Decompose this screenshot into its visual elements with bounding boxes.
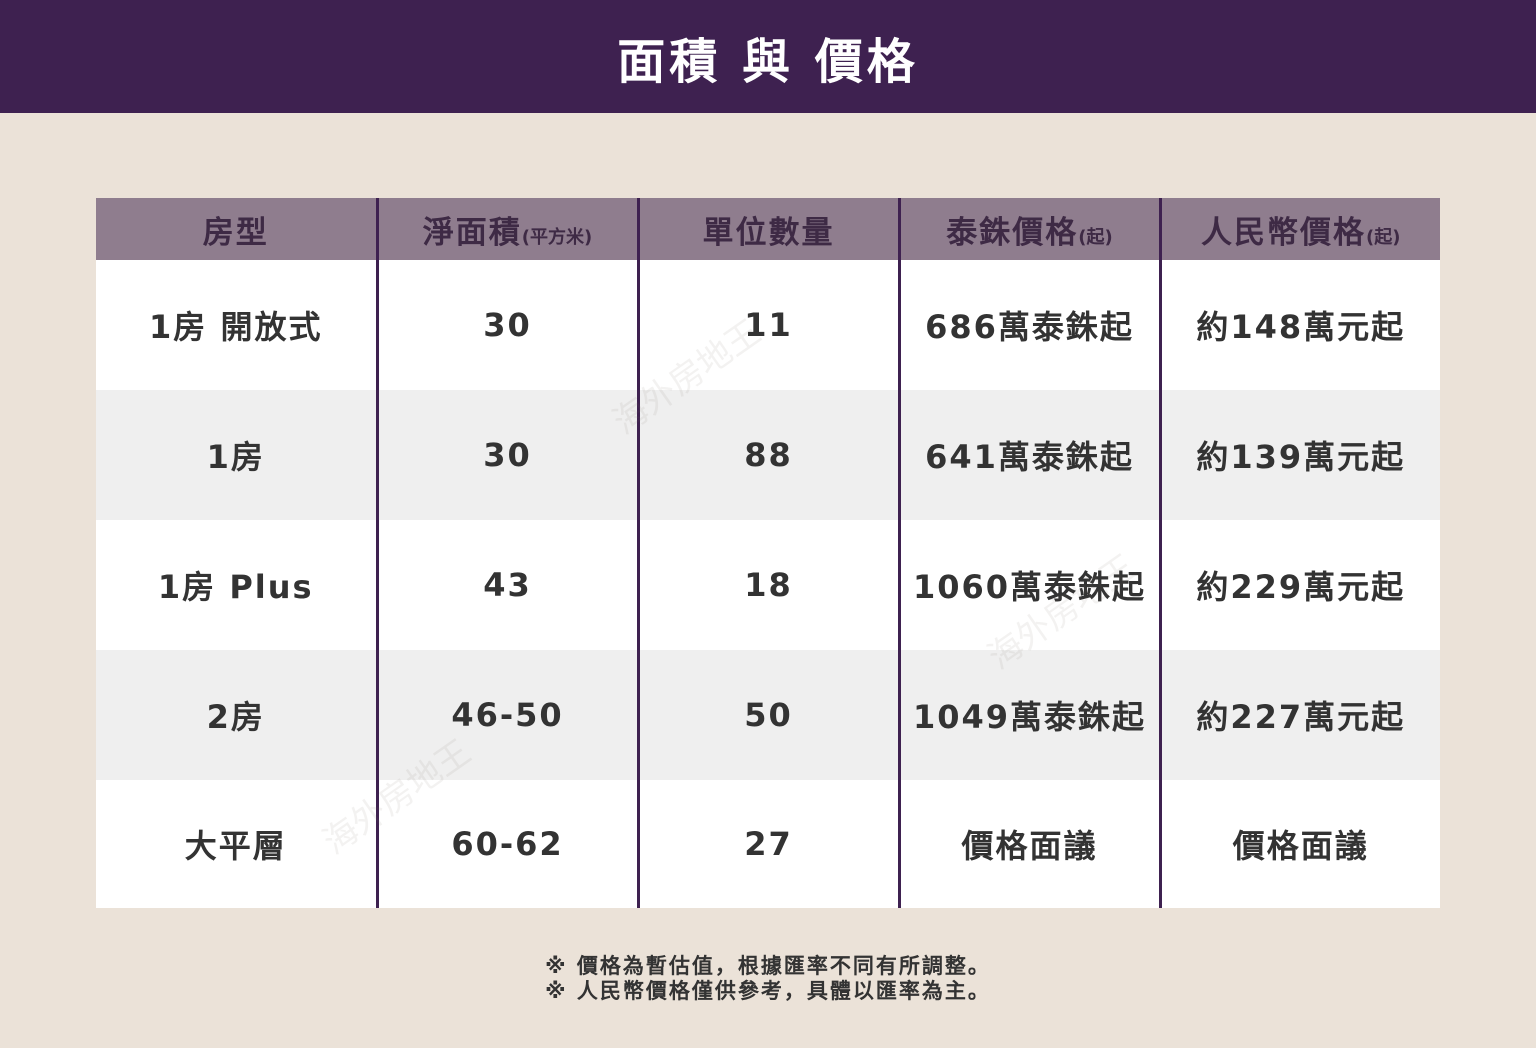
table-header-row: 房型 淨面積(平方米) 單位數量 泰銖價格(起) 人民幣價格(起) [96, 198, 1440, 260]
cell-cny-price: 約227萬元起 [1158, 650, 1440, 780]
table-row: 1房 開放式 30 11 686萬泰銖起 約148萬元起 [96, 260, 1440, 390]
cell-cny-price: 約229萬元起 [1158, 520, 1440, 650]
cell-unit-count: 50 [636, 650, 899, 780]
cell-net-area: 43 [375, 520, 638, 650]
header-thb-price: 泰銖價格(起) [897, 198, 1160, 260]
cell-thb-price: 1060萬泰銖起 [897, 520, 1160, 650]
price-table: 房型 淨面積(平方米) 單位數量 泰銖價格(起) 人民幣價格(起) 1房 開放式… [96, 198, 1440, 908]
page-title: 面積 與 價格 [617, 33, 919, 90]
cell-thb-price: 1049萬泰銖起 [897, 650, 1160, 780]
header-net-area: 淨面積(平方米) [375, 198, 638, 260]
header-unit-type: 房型 [202, 214, 269, 251]
table-row: 2房 46-50 50 1049萬泰銖起 約227萬元起 [96, 650, 1440, 780]
cell-unit-type: 1房 [206, 438, 265, 476]
cell-cny-price: 價格面議 [1158, 780, 1440, 908]
cell-thb-price: 價格面議 [897, 780, 1160, 908]
table-row: 大平層 60-62 27 價格面議 價格面議 [96, 780, 1440, 908]
cell-net-area: 30 [375, 390, 638, 520]
table-row: 1房 30 88 641萬泰銖起 約139萬元起 [96, 390, 1440, 520]
table-row: 1房 Plus 43 18 1060萬泰銖起 約229萬元起 [96, 520, 1440, 650]
footnote-exchange-rate: ※ 價格為暫估值，根據匯率不同有所調整。 [545, 954, 991, 978]
cell-unit-count: 18 [636, 520, 899, 650]
cell-thb-price: 641萬泰銖起 [897, 390, 1160, 520]
cell-cny-price: 約148萬元起 [1158, 260, 1440, 390]
header-unit-count: 單位數量 [636, 198, 899, 260]
cell-net-area: 60-62 [375, 780, 638, 908]
footnote-rmb-reference: ※ 人民幣價格僅供參考，具體以匯率為主。 [545, 979, 991, 1003]
cell-net-area: 30 [375, 260, 638, 390]
price-table-container: 房型 淨面積(平方米) 單位數量 泰銖價格(起) 人民幣價格(起) 1房 開放式… [96, 198, 1440, 908]
cell-unit-type: 1房 Plus [157, 568, 314, 606]
cell-unit-count: 88 [636, 390, 899, 520]
cell-unit-count: 11 [636, 260, 899, 390]
cell-cny-price: 約139萬元起 [1158, 390, 1440, 520]
footnotes: ※ 價格為暫估值，根據匯率不同有所調整。 ※ 人民幣價格僅供參考，具體以匯率為主… [0, 954, 1536, 1004]
header-thb-price-unit: (起) [1078, 226, 1113, 248]
cell-net-area: 46-50 [375, 650, 638, 780]
cell-thb-price: 686萬泰銖起 [897, 260, 1160, 390]
title-banner: 面積 與 價格 [0, 0, 1536, 113]
header-cny-price-unit: (起) [1366, 226, 1401, 248]
header-cny-price: 人民幣價格(起) [1158, 198, 1440, 260]
header-net-area-unit: (平方米) [521, 226, 593, 248]
cell-unit-type: 2房 [206, 698, 265, 736]
cell-unit-count: 27 [636, 780, 899, 908]
cell-unit-type: 1房 開放式 [149, 308, 323, 346]
cell-unit-type: 大平層 [184, 827, 287, 865]
